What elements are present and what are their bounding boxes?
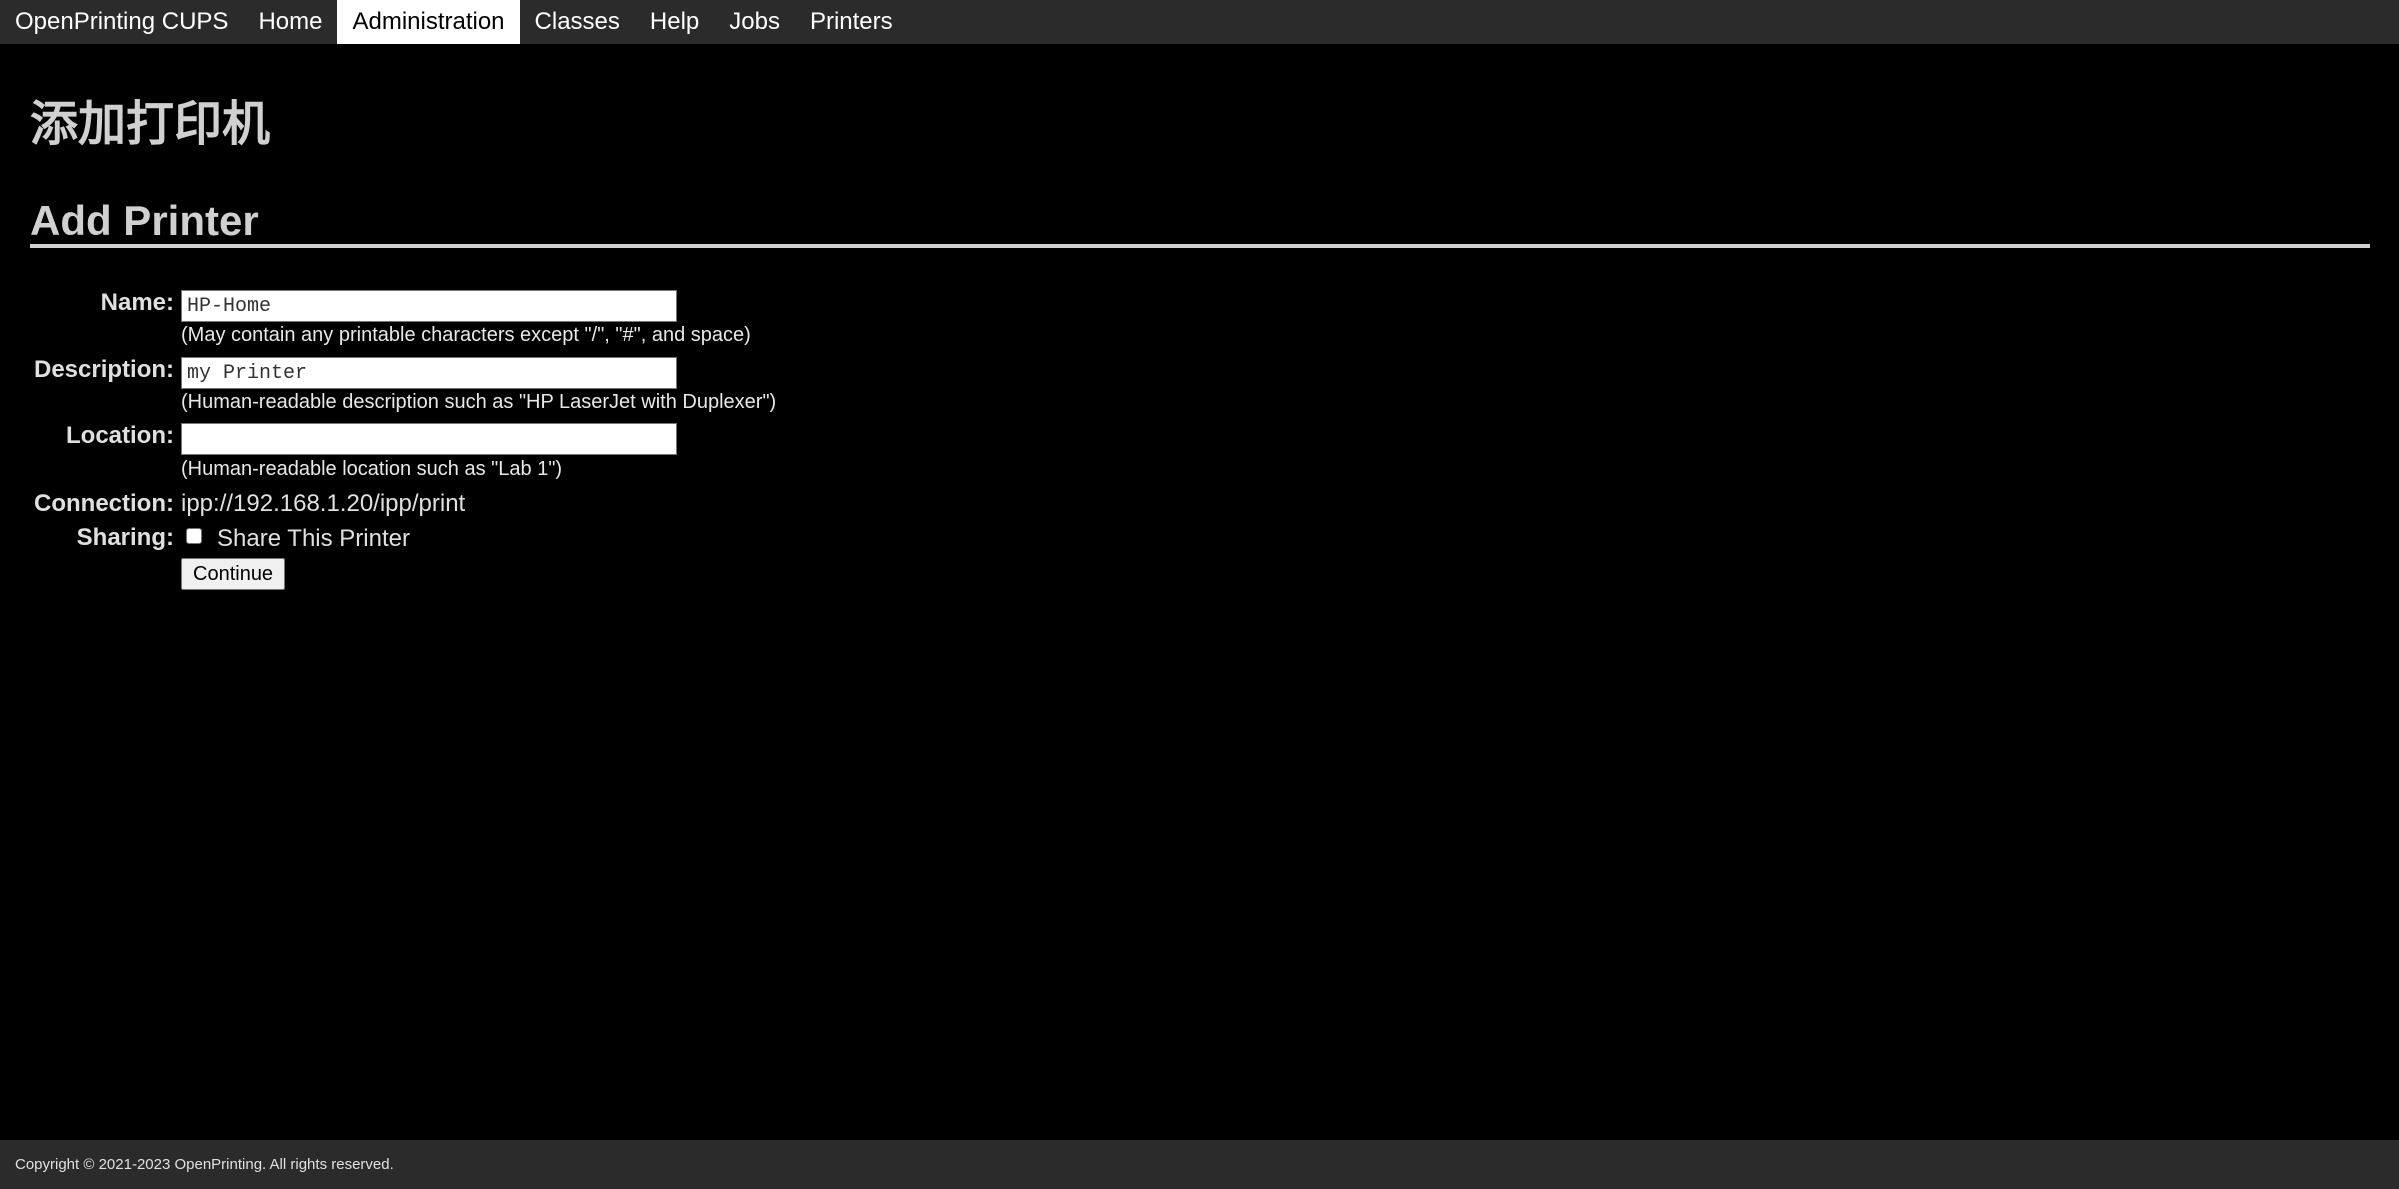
footer: Copyright © 2021-2023 OpenPrinting. All … [0, 1140, 2399, 1189]
nav-brand-link[interactable]: OpenPrinting CUPS [0, 0, 243, 44]
nav-item-administration[interactable]: Administration [337, 0, 520, 44]
footer-copyright: Copyright © 2021-2023 OpenPrinting. All … [15, 1156, 394, 1173]
name-hint: (May contain any printable characters ex… [181, 324, 751, 346]
location-input[interactable] [181, 423, 677, 455]
sharing-label: Sharing: [76, 524, 174, 551]
connection-label: Connection: [34, 490, 174, 517]
page-title-chinese: 添加打印机 [30, 96, 271, 152]
nav-item-home[interactable]: Home [243, 0, 337, 44]
page-title: Add Printer [30, 197, 259, 244]
description-label: Description: [33, 356, 174, 383]
connection-value: ipp://192.168.1.20/ipp/print [181, 490, 466, 517]
nav-item-help[interactable]: Help [635, 0, 714, 44]
location-label: Location: [66, 422, 174, 449]
top-navbar: OpenPrinting CUPS Home Administration Cl… [0, 0, 2399, 44]
location-hint: (Human-readable location such as "Lab 1"… [181, 458, 563, 480]
title-divider [30, 244, 2370, 248]
share-printer-checkbox[interactable] [186, 528, 202, 544]
nav-item-jobs[interactable]: Jobs [714, 0, 795, 44]
nav-item-printers[interactable]: Printers [795, 0, 908, 44]
name-label: Name: [100, 289, 174, 316]
description-input[interactable] [181, 357, 677, 389]
nav-item-classes[interactable]: Classes [520, 0, 635, 44]
description-hint: (Human-readable description such as "HP … [181, 391, 777, 413]
share-printer-label[interactable]: Share This Printer [217, 525, 410, 553]
continue-button[interactable]: Continue [181, 558, 286, 590]
name-input[interactable] [181, 290, 677, 322]
